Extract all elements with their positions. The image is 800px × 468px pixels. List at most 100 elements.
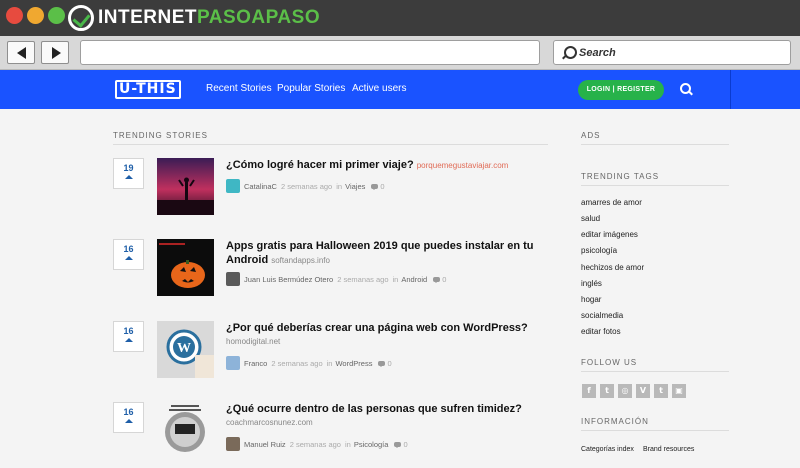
twitter-icon[interactable]: t xyxy=(600,384,614,398)
story-thumbnail[interactable] xyxy=(157,239,214,296)
story-title[interactable]: ¿Cómo logré hacer mi primer viaje? porqu… xyxy=(226,158,546,173)
tag-link[interactable]: psicología xyxy=(581,246,617,255)
close-window-button[interactable] xyxy=(6,7,23,24)
upvote-icon[interactable] xyxy=(124,175,133,179)
story-thumbnail[interactable] xyxy=(157,158,214,215)
nav-popular-stories[interactable]: Popular Stories xyxy=(277,83,345,94)
browser-search-input[interactable]: Search xyxy=(553,40,791,65)
story-author[interactable]: Manuel Ruiz xyxy=(244,440,286,449)
nav-active-users[interactable]: Active users xyxy=(352,83,406,94)
site-logo[interactable]: U-THIS xyxy=(115,80,181,99)
story-time: 2 semanas ago xyxy=(289,439,341,449)
comment-count[interactable]: 0 xyxy=(442,275,446,284)
site-search-icon[interactable] xyxy=(680,83,692,95)
minimize-window-button[interactable] xyxy=(27,7,44,24)
svg-text:W: W xyxy=(177,341,191,356)
author-avatar[interactable] xyxy=(226,356,240,370)
tag-link[interactable]: inglés xyxy=(581,279,602,288)
upvote-icon[interactable] xyxy=(124,419,133,423)
search-placeholder: Search xyxy=(579,46,616,59)
story-in: in xyxy=(392,274,399,284)
watermark-brand: INTERNETPASOAPASO xyxy=(68,4,320,32)
vote-count: 19 xyxy=(123,163,134,173)
comment-icon xyxy=(394,441,402,448)
vote-box[interactable]: 16 xyxy=(113,321,144,352)
story-item: 16 ¿Qué ocurre dentro de las personas qu… xyxy=(113,402,553,462)
comment-icon xyxy=(378,360,386,367)
ads-heading: ADS xyxy=(581,131,601,140)
nav-recent-stories[interactable]: Recent Stories xyxy=(206,83,272,94)
story-domain: homodigital.net xyxy=(226,337,281,346)
story-thumbnail[interactable]: W xyxy=(157,321,214,378)
vote-box[interactable]: 16 xyxy=(113,239,144,270)
story-meta: CatalinaC 2 semanas ago in Viajes 0 xyxy=(226,179,385,193)
forward-button[interactable] xyxy=(41,41,69,64)
divider xyxy=(581,371,729,372)
story-author[interactable]: CatalinaC xyxy=(244,182,277,191)
story-item: 16 W ¿Por qué deberías crear una página … xyxy=(113,321,553,381)
story-thumbnail[interactable] xyxy=(157,402,214,459)
tumblr-icon[interactable]: t xyxy=(654,384,668,398)
login-register-button[interactable]: LOGIN | REGISTER xyxy=(578,80,664,100)
tag-link[interactable]: editar imágenes xyxy=(581,230,638,239)
story-category[interactable]: Android xyxy=(401,275,427,284)
story-domain: softandapps.info xyxy=(271,256,330,265)
comment-count[interactable]: 0 xyxy=(387,359,391,368)
browser-toolbar: Search xyxy=(0,36,800,70)
vote-box[interactable]: 19 xyxy=(113,158,144,189)
story-title[interactable]: ¿Qué ocurre dentro de las personas que s… xyxy=(226,402,546,430)
divider xyxy=(113,144,548,145)
story-category[interactable]: Psicología xyxy=(354,440,389,449)
story-time: 2 semanas ago xyxy=(280,181,333,191)
author-avatar[interactable] xyxy=(226,437,240,451)
window-titlebar: INTERNETPASOAPASO xyxy=(0,0,800,36)
informacion-heading: INFORMACIÓN xyxy=(581,417,649,426)
tag-link[interactable]: amarres de amor xyxy=(581,198,642,207)
trending-stories-heading: TRENDING STORIES xyxy=(113,131,208,140)
author-avatar[interactable] xyxy=(226,179,240,193)
facebook-icon[interactable]: f xyxy=(582,384,596,398)
tag-link[interactable]: hechizos de amor xyxy=(581,263,644,272)
story-item: 16 Apps gratis para Halloween 2019 que p… xyxy=(113,239,553,299)
story-domain: porquemegustaviajar.com xyxy=(416,161,509,170)
story-title[interactable]: Apps gratis para Halloween 2019 que pued… xyxy=(226,239,546,268)
upvote-icon[interactable] xyxy=(124,338,133,342)
info-link-brand-resources[interactable]: Brand resources xyxy=(643,446,694,453)
comment-count[interactable]: 0 xyxy=(380,182,384,191)
divider xyxy=(581,144,729,145)
story-category[interactable]: WordPress xyxy=(335,359,372,368)
comment-count[interactable]: 0 xyxy=(403,440,407,449)
site-navbar: U-THIS Recent Stories Popular Stories Ac… xyxy=(0,70,800,109)
vote-count: 16 xyxy=(123,244,134,254)
story-category[interactable]: Viajes xyxy=(345,182,365,191)
maximize-window-button[interactable] xyxy=(48,7,65,24)
navbar-edge xyxy=(730,70,800,109)
vote-box[interactable]: 16 xyxy=(113,402,144,433)
tag-link[interactable]: editar fotos xyxy=(581,327,621,336)
story-title[interactable]: ¿Por qué deberías crear una página web c… xyxy=(226,321,546,349)
story-time: 2 semanas ago xyxy=(337,274,389,284)
story-domain: coachmarcosnunez.com xyxy=(226,418,313,427)
story-author[interactable]: Juan Luis Bermúdez Otero xyxy=(244,275,333,284)
tag-link[interactable]: socialmedia xyxy=(581,311,623,320)
story-meta: Manuel Ruiz 2 semanas ago in Psicología … xyxy=(226,437,408,451)
upvote-icon[interactable] xyxy=(124,256,133,260)
story-author[interactable]: Franco xyxy=(244,359,267,368)
vote-count: 16 xyxy=(123,407,134,417)
vote-count: 16 xyxy=(123,326,134,336)
arrow-right-icon xyxy=(52,47,61,59)
author-avatar[interactable] xyxy=(226,272,240,286)
instagram-icon[interactable]: ◎ xyxy=(618,384,632,398)
trending-tags-heading: TRENDING TAGS xyxy=(581,172,660,181)
vk-icon[interactable]: V xyxy=(636,384,650,398)
info-link-categories[interactable]: Categorías index xyxy=(581,446,634,453)
brand-text: INTERNETPASOAPASO xyxy=(98,7,321,28)
story-meta: Franco 2 semanas ago in WordPress 0 xyxy=(226,356,392,370)
webpage: U-THIS Recent Stories Popular Stories Ac… xyxy=(0,70,800,468)
tag-link[interactable]: hogar xyxy=(581,295,601,304)
back-button[interactable] xyxy=(7,41,35,64)
story-in: in xyxy=(344,439,351,449)
tag-link[interactable]: salud xyxy=(581,214,600,223)
address-bar[interactable] xyxy=(80,40,540,65)
twitch-icon[interactable]: ▣ xyxy=(672,384,686,398)
